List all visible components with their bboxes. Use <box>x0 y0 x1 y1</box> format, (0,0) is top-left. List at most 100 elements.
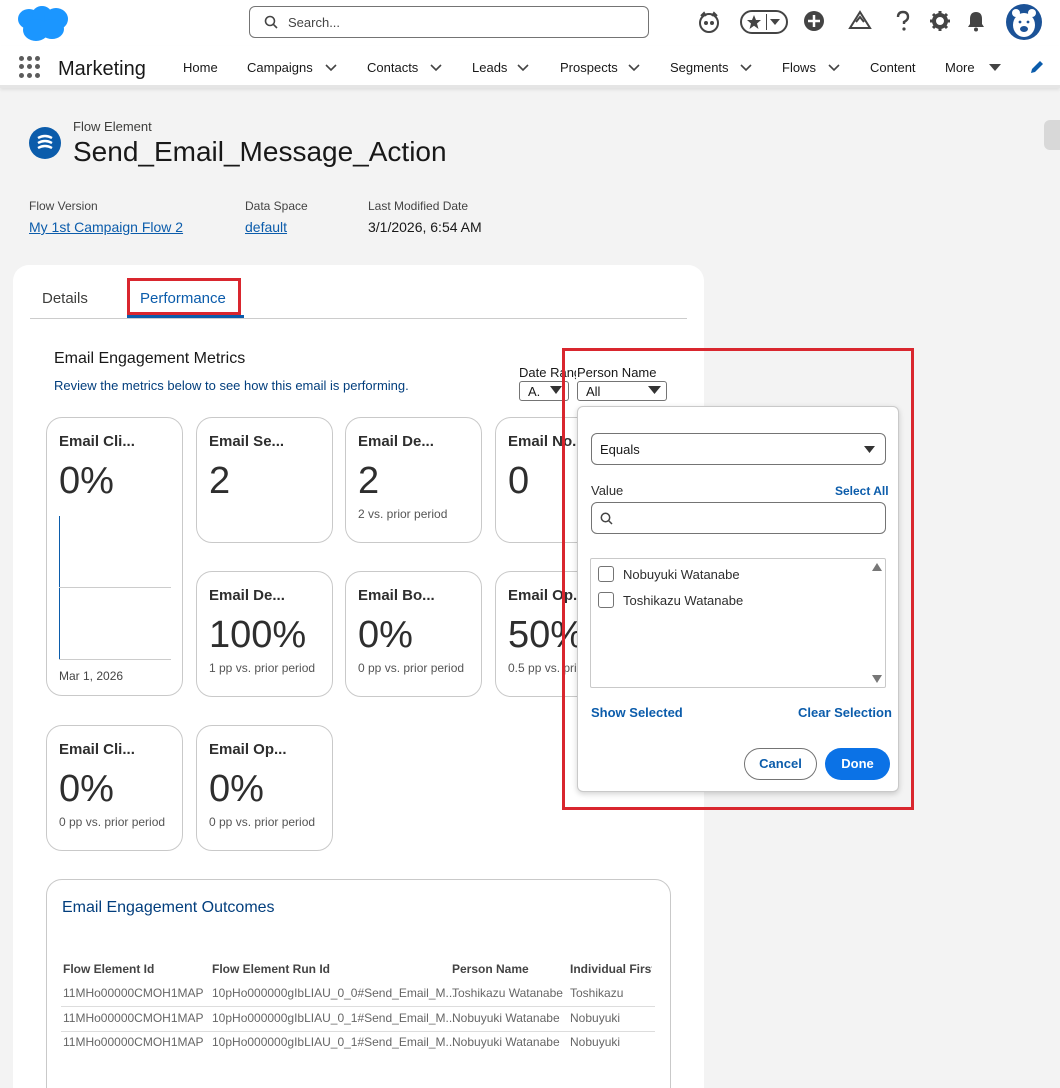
metric-value: 0% <box>59 768 114 810</box>
sparkline-axis <box>59 516 60 660</box>
page-title: Send_Email_Message_Action <box>73 136 447 167</box>
column-header[interactable]: Person Name <box>452 962 529 976</box>
search-placeholder: Search... <box>288 15 341 30</box>
metrics-section-title: Email Engagement Metrics <box>54 350 246 367</box>
sparkline-date-label: Mar 1, 2026 <box>59 669 124 683</box>
chevron-down-icon[interactable] <box>628 64 640 72</box>
salesforce-logo[interactable] <box>12 4 70 42</box>
outcomes-title: Email Engagement Outcomes <box>62 899 275 916</box>
metric-card[interactable]: Email Cli... 0% 0 pp vs. prior period <box>46 725 183 851</box>
chevron-down-icon[interactable] <box>430 64 442 72</box>
metric-value: 2 <box>209 460 231 502</box>
table-cell: Nobuyuki <box>570 1011 621 1025</box>
edit-nav-pencil-icon[interactable] <box>1029 60 1044 75</box>
outcomes-card: Email Engagement Outcomes <box>46 879 671 1088</box>
notifications-bell-icon[interactable] <box>966 10 986 32</box>
metric-comparison: 1 pp vs. prior period <box>209 661 316 675</box>
bear-avatar-icon <box>1012 9 1036 37</box>
metric-name: Email De... <box>358 433 434 450</box>
metric-name: Email De... <box>209 587 285 604</box>
table-cell: Toshikazu Watanabe <box>452 986 563 1000</box>
metric-name: Email Op... <box>209 741 287 758</box>
caret-down-icon <box>550 386 562 394</box>
table-cell: Nobuyuki Watanabe <box>452 1011 560 1025</box>
table-cell: 11MHo00000CMOH1MAP <box>63 1011 204 1025</box>
metric-comparison: 2 vs. prior period <box>358 507 448 521</box>
table-cell: 11MHo00000CMOH1MAP <box>63 1035 204 1049</box>
metric-card[interactable]: Email De... 2 2 vs. prior period <box>345 417 482 543</box>
field-label-flow-version: Flow Version <box>29 199 98 213</box>
table-cell: Toshikazu <box>570 986 624 1000</box>
metric-value: 100% <box>209 614 307 656</box>
table-cell: 10pHo000000gIbLIAU_0_0#Send_Email_M... <box>212 986 456 1000</box>
table-cell: Nobuyuki Watanabe <box>452 1035 560 1049</box>
table-cell: 11MHo00000CMOH1MAP <box>63 986 204 1000</box>
metric-name: Email Se... <box>209 433 285 450</box>
data-space-link[interactable]: default <box>245 219 287 235</box>
column-header[interactable]: Flow Element Id <box>63 962 154 976</box>
metric-card[interactable]: Email Cli... 0% Mar 1, 2026 <box>46 417 183 696</box>
metric-card[interactable]: Email Op... 0% 0 pp vs. prior period <box>196 725 333 851</box>
flow-element-icon <box>29 127 61 159</box>
side-panel-handle[interactable] <box>1044 120 1060 150</box>
row-divider <box>61 1031 655 1032</box>
chevron-down-icon[interactable] <box>517 64 529 72</box>
metric-name: Email Cli... <box>59 433 135 450</box>
metric-name: Email Cli... <box>59 741 135 758</box>
table-cell: 10pHo000000gIbLIAU_0_1#Send_Email_M... <box>212 1011 456 1025</box>
nav-item-more[interactable]: More <box>945 60 975 75</box>
caret-down-icon[interactable] <box>989 64 1001 72</box>
chevron-down-icon[interactable] <box>740 64 752 72</box>
highlight-box-performance-tab <box>127 278 241 315</box>
gear-icon[interactable] <box>929 10 951 32</box>
favorites-button[interactable] <box>740 10 788 34</box>
chevron-down-icon[interactable] <box>325 64 337 72</box>
record-type-label: Flow Element <box>73 119 152 134</box>
metric-value: 0 <box>508 460 530 502</box>
last-modified-value: 3/1/2026, 6:54 AM <box>368 219 482 235</box>
nav-item-leads[interactable]: Leads <box>472 60 507 75</box>
metric-comparison: 0 pp vs. prior period <box>358 661 465 675</box>
metric-value: 0% <box>59 460 114 502</box>
tab-details[interactable]: Details <box>42 290 88 307</box>
nav-item-campaigns[interactable]: Campaigns <box>247 60 313 75</box>
metric-value: 2 <box>358 460 380 502</box>
app-launcher-icon[interactable] <box>19 56 41 78</box>
column-header[interactable]: Flow Element Run Id <box>212 962 330 976</box>
help-icon[interactable] <box>894 10 912 32</box>
global-create-icon[interactable] <box>803 10 825 32</box>
metric-card[interactable]: Email De... 100% 1 pp vs. prior period <box>196 571 333 697</box>
nav-item-content[interactable]: Content <box>870 60 916 75</box>
user-avatar[interactable] <box>1006 4 1042 40</box>
metric-card[interactable]: Email Se... 2 <box>196 417 333 543</box>
app-nav-bar: Marketing Home Campaigns Contacts Leads … <box>0 46 1060 88</box>
metric-name: Email Bo... <box>358 587 435 604</box>
table-cell: Nobuyuki <box>570 1035 621 1049</box>
star-icon <box>747 15 761 29</box>
highlight-box-person-filter <box>562 348 914 810</box>
tab-divider <box>30 318 687 319</box>
nav-item-contacts[interactable]: Contacts <box>367 60 418 75</box>
column-header[interactable]: Individual First <box>570 962 652 976</box>
flow-version-link[interactable]: My 1st Campaign Flow 2 <box>29 219 183 235</box>
chevron-down-icon[interactable] <box>828 64 840 72</box>
row-divider <box>61 1006 655 1007</box>
metric-card[interactable]: Email Bo... 0% 0 pp vs. prior period <box>345 571 482 697</box>
search-icon <box>264 15 278 29</box>
nav-item-flows[interactable]: Flows <box>782 60 816 75</box>
sparkline-baseline <box>59 659 171 660</box>
nav-item-segments[interactable]: Segments <box>670 60 729 75</box>
field-label-last-modified: Last Modified Date <box>368 199 469 213</box>
sparkline-gridline <box>59 587 171 588</box>
metric-value: 0% <box>358 614 413 656</box>
metrics-section-subtitle: Review the metrics below to see how this… <box>54 378 409 393</box>
nav-item-home[interactable]: Home <box>183 60 218 75</box>
metric-comparison: 0 pp vs. prior period <box>209 815 316 829</box>
astro-assistant-icon[interactable] <box>698 10 720 34</box>
metric-value: 0% <box>209 768 264 810</box>
global-search-input[interactable]: Search... <box>249 6 649 38</box>
trailhead-icon[interactable] <box>848 10 872 32</box>
nav-item-prospects[interactable]: Prospects <box>560 60 618 75</box>
chevron-down-icon <box>770 19 780 25</box>
metric-comparison: 0 pp vs. prior period <box>59 815 166 829</box>
